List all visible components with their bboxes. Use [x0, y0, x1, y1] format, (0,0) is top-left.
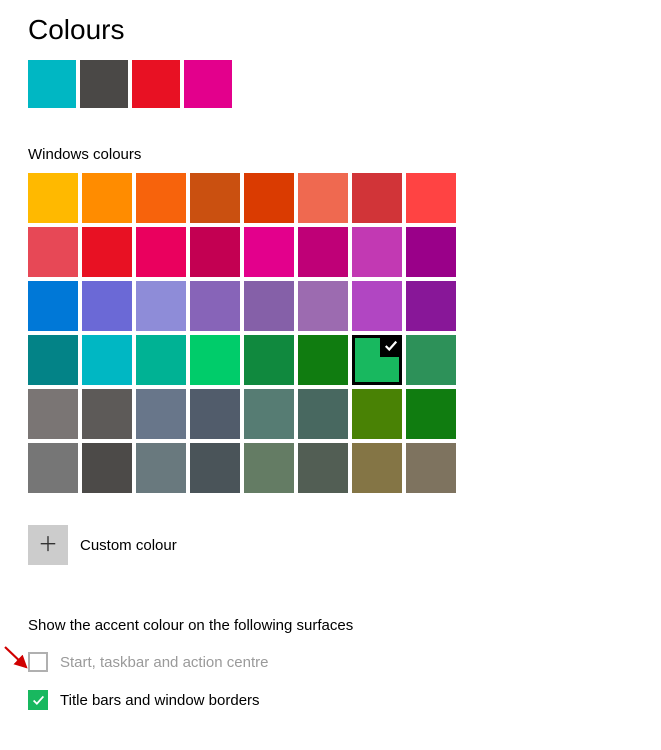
colour-swatch[interactable] — [190, 281, 240, 331]
colour-swatch[interactable] — [406, 227, 456, 277]
recent-colour-swatch[interactable] — [184, 60, 232, 108]
colour-swatch[interactable] — [28, 281, 78, 331]
colour-swatch[interactable] — [82, 227, 132, 277]
colour-swatch[interactable] — [28, 173, 78, 223]
recent-colour-swatch[interactable] — [28, 60, 76, 108]
recent-colour-swatch[interactable] — [132, 60, 180, 108]
colour-swatch[interactable] — [298, 281, 348, 331]
custom-colour-row[interactable]: ＋ Custom colour — [28, 525, 633, 565]
colour-swatch[interactable] — [244, 443, 294, 493]
colour-swatch[interactable] — [244, 281, 294, 331]
colour-swatch[interactable] — [298, 443, 348, 493]
custom-colour-label: Custom colour — [80, 537, 177, 554]
colour-swatch[interactable] — [244, 173, 294, 223]
surfaces-section-label: Show the accent colour on the following … — [28, 617, 633, 634]
colour-swatch[interactable] — [352, 335, 402, 385]
colour-swatch[interactable] — [244, 335, 294, 385]
colour-swatch[interactable] — [82, 173, 132, 223]
checkbox-titlebars-label: Title bars and window borders — [60, 692, 260, 709]
recent-colour-swatch[interactable] — [80, 60, 128, 108]
colour-swatch[interactable] — [406, 335, 456, 385]
colour-swatch[interactable] — [298, 389, 348, 439]
colour-swatch[interactable] — [82, 281, 132, 331]
colour-swatch[interactable] — [28, 227, 78, 277]
colour-swatch[interactable] — [352, 389, 402, 439]
colour-palette — [28, 173, 633, 493]
recent-colours-row — [28, 60, 633, 108]
colour-swatch[interactable] — [82, 443, 132, 493]
colour-swatch[interactable] — [136, 335, 186, 385]
plus-icon: ＋ — [38, 535, 58, 555]
page-title: Colours — [28, 14, 633, 46]
custom-colour-button[interactable]: ＋ — [28, 525, 68, 565]
colour-swatch[interactable] — [136, 389, 186, 439]
colour-swatch[interactable] — [406, 173, 456, 223]
colour-swatch[interactable] — [28, 389, 78, 439]
checkbox-titlebars[interactable] — [28, 690, 48, 710]
colour-swatch[interactable] — [352, 227, 402, 277]
colour-swatch[interactable] — [136, 443, 186, 493]
checkbox-start-row: Start, taskbar and action centre — [28, 652, 633, 672]
colour-swatch[interactable] — [406, 281, 456, 331]
windows-colours-label: Windows colours — [28, 146, 633, 163]
colour-swatch[interactable] — [406, 443, 456, 493]
colour-swatch[interactable] — [406, 389, 456, 439]
colour-swatch[interactable] — [28, 443, 78, 493]
checkbox-start-label: Start, taskbar and action centre — [60, 654, 268, 671]
check-icon — [32, 694, 45, 707]
colour-swatch[interactable] — [244, 227, 294, 277]
colour-swatch[interactable] — [28, 335, 78, 385]
colour-swatch[interactable] — [190, 227, 240, 277]
colour-swatch[interactable] — [136, 281, 186, 331]
colour-swatch[interactable] — [190, 389, 240, 439]
colour-swatch[interactable] — [298, 227, 348, 277]
colour-swatch[interactable] — [136, 173, 186, 223]
colour-swatch[interactable] — [298, 173, 348, 223]
colour-swatch[interactable] — [190, 173, 240, 223]
colour-swatch[interactable] — [82, 389, 132, 439]
colour-swatch[interactable] — [82, 335, 132, 385]
colour-swatch[interactable] — [190, 443, 240, 493]
selected-check-icon — [380, 335, 402, 357]
colour-swatch[interactable] — [298, 335, 348, 385]
colour-swatch[interactable] — [352, 173, 402, 223]
colour-swatch[interactable] — [244, 389, 294, 439]
checkbox-titlebars-row[interactable]: Title bars and window borders — [28, 690, 633, 710]
colour-swatch[interactable] — [136, 227, 186, 277]
checkbox-start — [28, 652, 48, 672]
colour-swatch[interactable] — [190, 335, 240, 385]
colour-swatch[interactable] — [352, 443, 402, 493]
colour-swatch[interactable] — [352, 281, 402, 331]
